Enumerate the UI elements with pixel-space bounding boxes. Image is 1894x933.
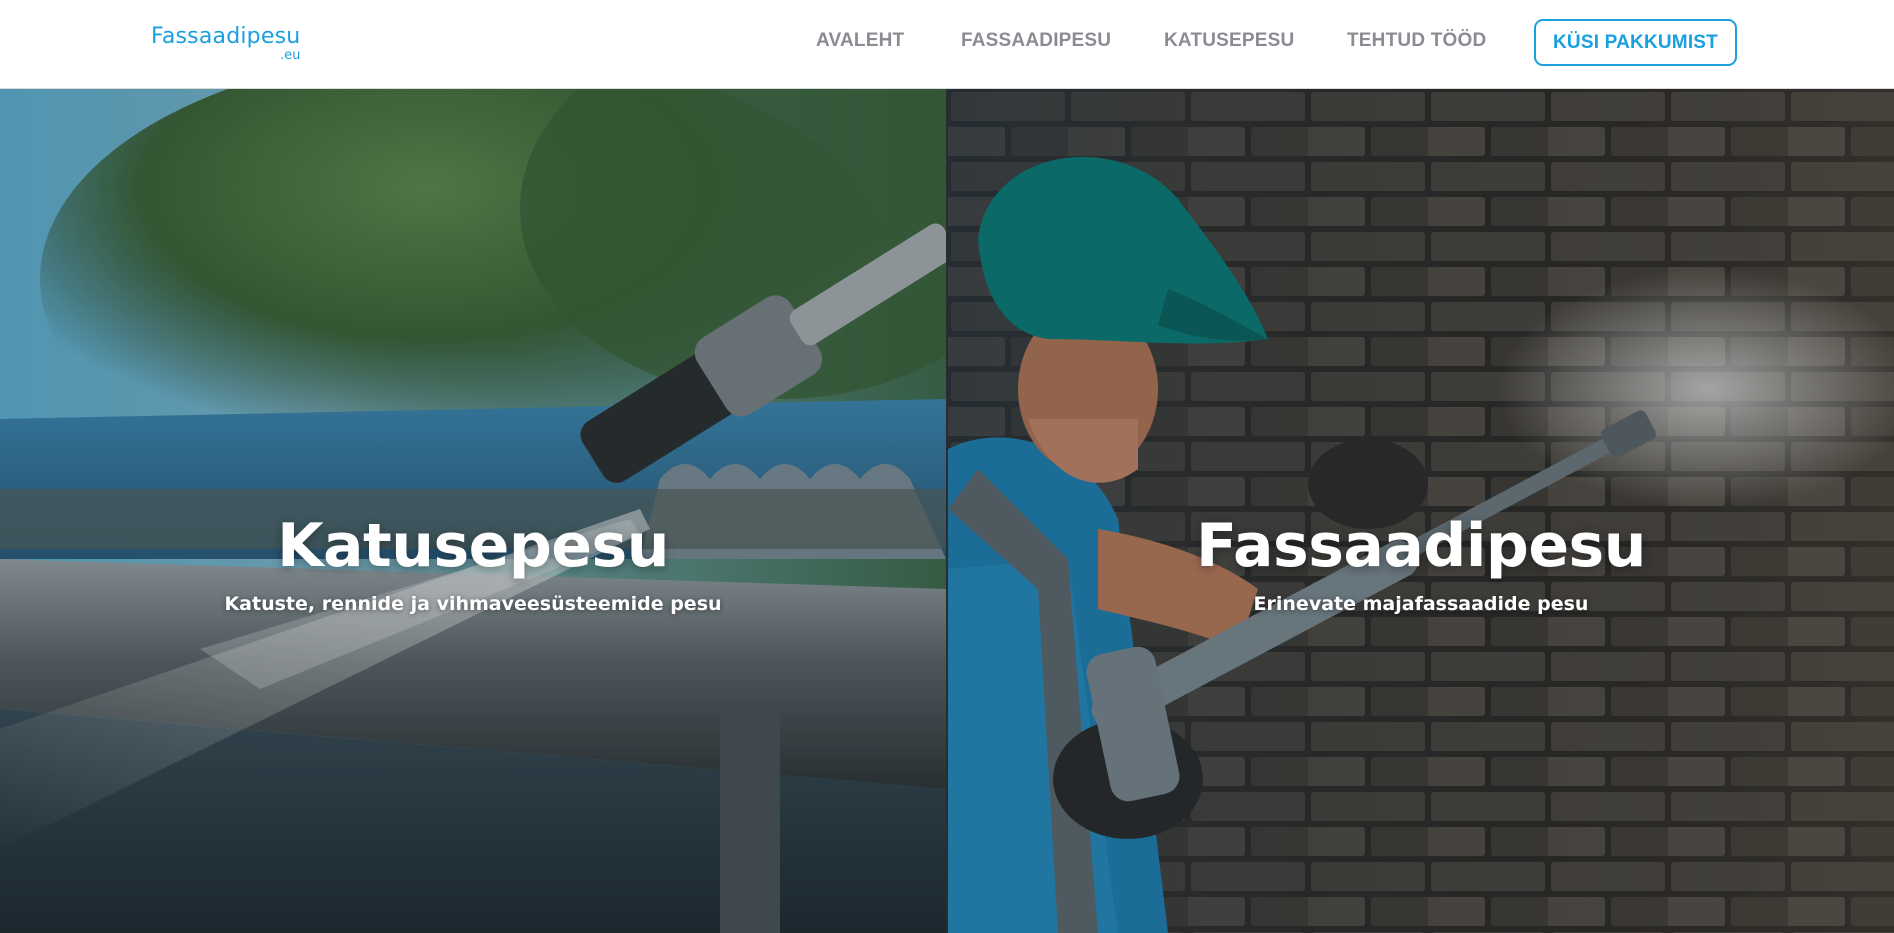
nav-item-facade-washing[interactable]: FASSAADIPESU: [961, 30, 1111, 52]
nav-item-home[interactable]: AVALEHT: [816, 30, 904, 52]
nav-item-roof-washing[interactable]: KATUSEPESU: [1164, 30, 1294, 52]
roof-washing-subtitle: Katuste, rennide ja vihmaveesüsteemide p…: [224, 593, 722, 615]
facade-washing-title: Fassaadipesu: [1196, 511, 1646, 581]
hero-panel-facade-washing[interactable]: Fassaadipesu Erinevate majafassaadide pe…: [948, 89, 1894, 933]
nav-item-completed-works[interactable]: TEHTUD TÖÖD: [1347, 30, 1486, 52]
hero-section: Katusepesu Katuste, rennide ja vihmavees…: [0, 89, 1894, 933]
site-header: Fassaadipesu .eu AVALEHT FASSAADIPESU KA…: [0, 0, 1894, 89]
roof-washing-title: Katusepesu: [277, 511, 669, 581]
hero-panel-roof-washing[interactable]: Katusepesu Katuste, rennide ja vihmavees…: [0, 89, 946, 933]
request-quote-button[interactable]: KÜSI PAKKUMIST: [1534, 19, 1737, 66]
facade-washing-subtitle: Erinevate majafassaadide pesu: [1253, 593, 1589, 615]
